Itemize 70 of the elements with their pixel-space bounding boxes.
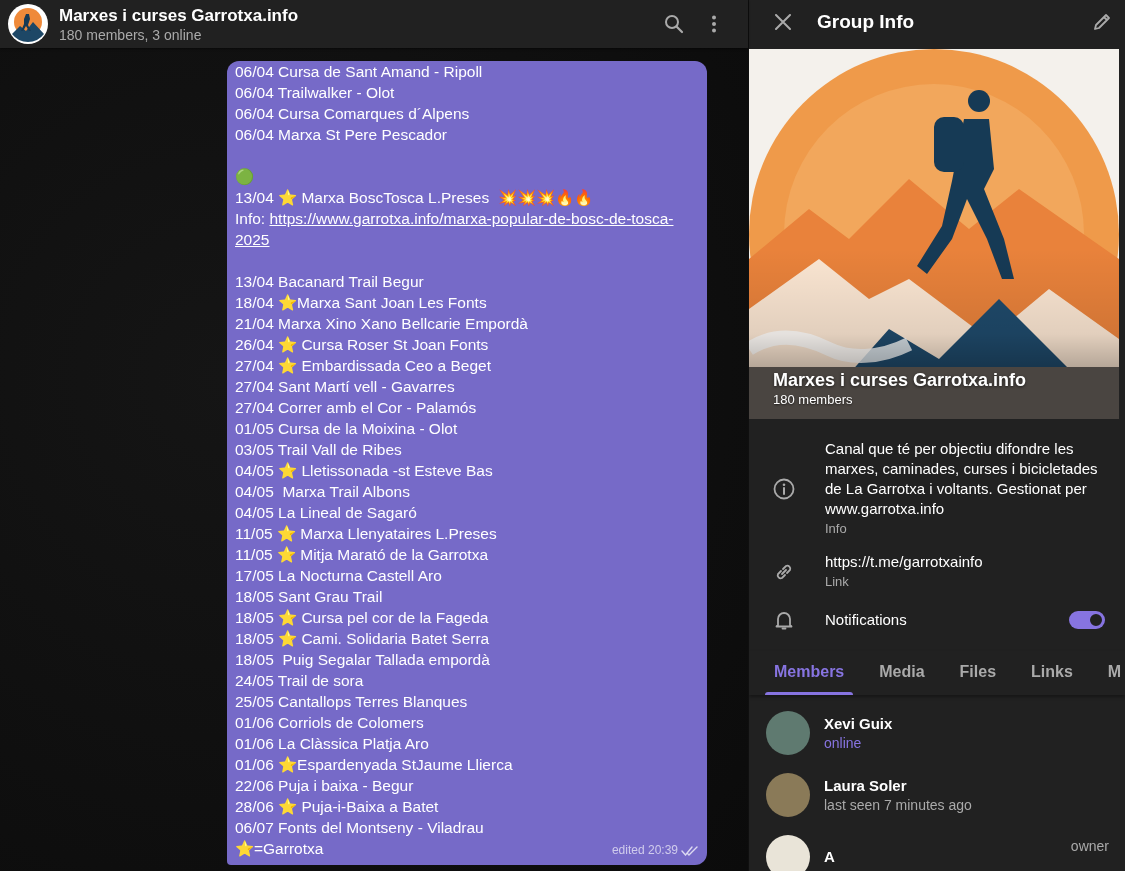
group-description: Canal que té per objectiu difondre les marxes, caminades, curses i bicicletades de La Garrotxa i voltants. Gestionat per www.garrotxa.info — [825, 439, 1099, 519]
message-line: 18/05 ⭐ Cami. Solidaria Batet Serra — [235, 629, 490, 649]
message-line: 26/04 ⭐ Cursa Roser St Joan Fonts — [235, 335, 489, 355]
message-line: 21/04 Marxa Xino Xano Bellcarie Empordà — [235, 314, 528, 334]
message-line: 04/05 ⭐ Lletissonada -st Esteve Bas — [235, 461, 493, 481]
panel-title: Group Info — [817, 11, 916, 33]
member-name: Xevi Guix — [824, 713, 893, 734]
more-options-icon — [711, 15, 717, 33]
message-line: 27/04 Sant Martí vell - Gavarres — [235, 377, 455, 397]
edit-button[interactable] — [1093, 13, 1111, 31]
message-line: 18/05 ⭐ Cursa pel cor de la Fageda — [235, 608, 489, 628]
chat-title: Marxes i curses Garrotxa.info — [59, 4, 299, 26]
message-line: 01/06 Corriols de Colomers — [235, 713, 424, 733]
message-line: 28/06 ⭐ Puja-i-Baixa a Batet — [235, 797, 439, 817]
message-line: 18/05 Puig Segalar Tallada empordà — [235, 650, 490, 670]
member-count: 180 members — [773, 391, 853, 408]
message-line: 27/04 ⭐ Embardissada Ceo a Beget — [235, 356, 491, 376]
message-link[interactable]: 2025 — [235, 231, 270, 248]
message-line: 06/04 Cursa Comarques d´Alpens — [235, 104, 470, 124]
invite-link[interactable]: https://t.me/garrotxainfo — [825, 552, 983, 572]
message-line: 06/07 Fonts del Montseny - Viladrau — [235, 818, 484, 838]
tab[interactable]: M — [1098, 651, 1125, 695]
message-line: 22/06 Puja i baixa - Begur — [235, 776, 414, 796]
message-line: 01/05 Cursa de la Moixina - Olot — [235, 419, 458, 439]
tab[interactable]: Media — [870, 651, 934, 695]
search-icon — [664, 14, 684, 34]
tab[interactable]: Links — [1022, 651, 1082, 695]
message-line: 11/05 ⭐ Mitja Marató de la Garrotxa — [235, 545, 489, 565]
message-line: 17/05 La Nocturna Castell Aro — [235, 566, 442, 586]
message-time: edited 20:39 — [611, 842, 678, 859]
message-line: 01/06 ⭐Espardenyada StJaume Llierca — [235, 755, 513, 775]
group-name: Marxes i curses Garrotxa.info — [773, 369, 1027, 391]
member-row[interactable]: Laura Soler last seen 7 minutes ago — [749, 764, 1125, 826]
message-line: 13/04 ⭐ Marxa BoscTosca L.Preses 💥💥💥🔥🔥 — [235, 188, 593, 208]
message-line: 24/05 Trail de sora — [235, 671, 364, 691]
info-icon — [773, 477, 795, 500]
message-line: 27/04 Correr amb el Cor - Palamós — [235, 398, 477, 418]
member-status: last seen 7 minutes ago — [824, 795, 972, 815]
tab[interactable]: Files — [950, 651, 1006, 695]
message-line: Info: — [235, 210, 267, 227]
field-caption: Link — [825, 573, 849, 591]
message-line: 01/06 La Clàssica Platja Aro — [235, 734, 429, 754]
message-line: 18/04 ⭐Marxa Sant Joan Les Fonts — [235, 293, 487, 313]
message-line: 13/04 Bacanard Trail Begur — [235, 272, 424, 292]
notifications-label: Notifications — [825, 610, 907, 630]
member-status: online — [824, 733, 862, 753]
member-role: owner — [1070, 838, 1109, 854]
message-line: 11/05 ⭐ Marxa Llenyataires L.Preses — [235, 524, 497, 544]
message-link[interactable]: https://www.garrotxa.info/marxa-popular-de-bosc-de-tosca- — [269, 210, 674, 227]
message-line: 04/05 Marxa Trail Albons — [235, 482, 410, 502]
bell-icon — [773, 609, 795, 631]
message-line: ⭐=Garrotxa — [235, 839, 324, 859]
message-line: 03/05 Trail Vall de Ribes — [235, 440, 402, 460]
notifications-toggle[interactable] — [1069, 611, 1105, 629]
tab[interactable]: Members — [765, 651, 854, 695]
group-logo-icon — [8, 4, 48, 44]
message-line: 06/04 Cursa de Sant Amand - Ripoll — [235, 62, 483, 82]
member-name: A — [824, 847, 835, 867]
message-line: 06/04 Trailwalker - Olot — [235, 83, 395, 103]
member-row[interactable]: Xevi Guix online — [749, 702, 1125, 764]
message-line: 18/05 Sant Grau Trail — [235, 587, 383, 607]
message-line: 04/05 La Lineal de Sagaró — [235, 503, 417, 523]
close-button[interactable] — [775, 14, 791, 30]
member-name: Laura Soler — [824, 775, 907, 796]
chat-subtitle: 180 members, 3 online — [59, 25, 202, 44]
field-caption: Info — [825, 520, 847, 538]
message-line: 25/05 Cantallops Terres Blanques — [235, 692, 468, 712]
member-row[interactable]: A owner — [749, 826, 1125, 871]
message-line: 06/04 Marxa St Pere Pescador — [235, 125, 447, 145]
message-line: 🟢 — [235, 167, 254, 187]
